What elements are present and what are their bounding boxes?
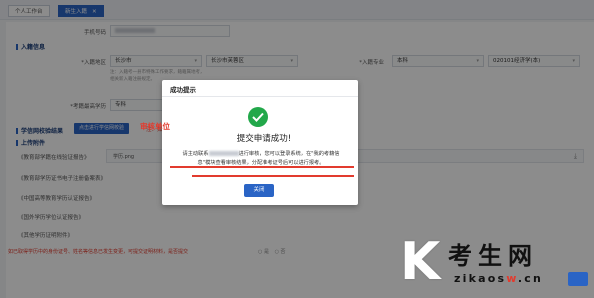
watermark-url: zikaosw.cn bbox=[454, 272, 543, 285]
message-middle: 进行审核，您可以登录系统，在"我的考籍信 bbox=[238, 151, 340, 157]
success-message: 提交申请成功! bbox=[162, 132, 358, 144]
dialog-title: 成功提示 bbox=[170, 86, 196, 94]
dialog-header: 成功提示 bbox=[162, 80, 358, 97]
message-prefix: 请主动联系 bbox=[182, 151, 209, 157]
watermark-brand: 考生网 bbox=[448, 241, 538, 270]
annotation-label: 审核单位 bbox=[140, 122, 170, 131]
watermark-logo: K 考生网 zikaosw.cn bbox=[400, 232, 590, 294]
close-button[interactable]: 关闭 bbox=[244, 184, 274, 197]
watermark-url-hl: w bbox=[506, 272, 518, 285]
check-circle-icon bbox=[248, 107, 268, 127]
success-dialog: 成功提示 提交申请成功! 请主动联系 进行审核，您可以登录系统，在"我的考籍信 息… bbox=[162, 80, 358, 205]
watermark-url-pre: zikaos bbox=[454, 272, 507, 285]
watermark-badge bbox=[568, 272, 588, 286]
success-message-text: 提交申请成功! bbox=[236, 134, 292, 144]
watermark-k-glyph: K bbox=[400, 232, 441, 292]
annotation-underline-2 bbox=[192, 175, 354, 177]
redacted-unit bbox=[208, 151, 239, 156]
watermark-url-post: .cn bbox=[517, 272, 544, 285]
annotation-underline-1 bbox=[170, 166, 354, 168]
